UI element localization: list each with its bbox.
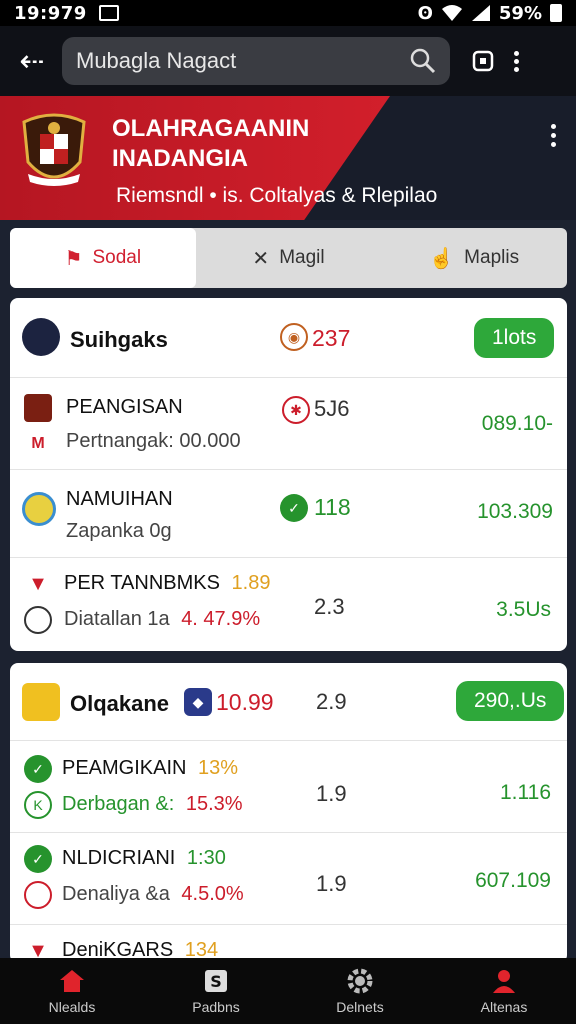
item-subtitle: Pertnangak: 00.000	[66, 430, 241, 452]
home-icon	[58, 967, 86, 995]
group-value-secondary: 2.9	[316, 689, 347, 714]
item-value: 5J6	[314, 396, 350, 421]
club-logo-icon: M	[31, 435, 45, 452]
item-change: 4.5.0%	[181, 883, 244, 905]
item-change: 4. 47.9%	[181, 608, 261, 630]
search-input[interactable]	[76, 48, 396, 74]
share-icon[interactable]	[468, 46, 498, 76]
item-amount: 3.5Us	[496, 598, 551, 621]
group-header[interactable]: Olqakane ◆ 10.99 2.9 290,.Us	[10, 663, 567, 741]
item-value: 1.9	[316, 871, 347, 896]
nav-item-padbns[interactable]: S Padbns	[144, 958, 288, 1024]
item-value: 118	[314, 494, 351, 520]
item-title: NLDICRIANI 1:30	[62, 847, 226, 869]
club-crest-icon	[24, 606, 52, 634]
cross-tools-icon: ✕	[252, 247, 270, 270]
tab-magil[interactable]: ✕ Magil	[196, 228, 382, 288]
item-amount: 089.10-	[481, 412, 553, 435]
flag-icon: ⚑	[64, 247, 83, 270]
group-name: Suihgaks	[70, 327, 168, 352]
ball-icon: ✱	[282, 396, 310, 424]
search-box[interactable]	[62, 37, 450, 85]
nav-item-nlealds[interactable]: Nlealds	[0, 958, 144, 1024]
item-subtitle: Diatallan 1a 4. 47.9%	[64, 608, 261, 630]
item-amount: 103.309	[477, 500, 553, 523]
group-value: 237	[312, 325, 351, 351]
app-bar: ⇠	[0, 26, 576, 96]
item-title-badge: 13%	[198, 757, 239, 779]
banner-overflow-menu-icon[interactable]	[551, 124, 556, 147]
club-crest-icon	[24, 881, 52, 909]
group-action-button[interactable]: 290,.Us	[456, 681, 565, 721]
group-header[interactable]: Suihgaks ◉ 237 1lots	[10, 298, 567, 378]
group-card-2: Olqakane ◆ 10.99 2.9 290,.Us ✓ K PEAMGIK…	[10, 663, 567, 963]
search-icon[interactable]	[410, 48, 436, 74]
item-title: NAMUIHAN	[66, 488, 173, 510]
tab-maplis[interactable]: ☝ Maplis	[381, 228, 567, 288]
wifi-icon	[441, 5, 462, 21]
banner-title: OLAHRAGAANIN INADANGIA	[112, 115, 310, 172]
item-subtitle: Zapanka 0g	[66, 520, 172, 542]
item-title: PEANGISAN	[66, 396, 183, 418]
list-item[interactable]: ✓ NLDICRIANI 1:30 Denaliya &a 4.5.0% 1.9…	[10, 833, 567, 925]
profile-icon	[490, 967, 518, 995]
gear-icon	[346, 967, 374, 995]
check-icon: ✓	[280, 494, 308, 522]
bluetooth-icon: ʘ	[417, 2, 433, 24]
item-amount: 1.116	[500, 781, 551, 804]
club-crest-icon	[22, 492, 56, 526]
nav-item-delnets[interactable]: Delnets	[288, 958, 432, 1024]
svg-text:S: S	[210, 972, 222, 991]
chevron-badge-icon: ▼	[28, 572, 48, 595]
overflow-menu-icon[interactable]	[514, 50, 519, 72]
item-value: 1.9	[316, 781, 347, 806]
list-item[interactable]: NAMUIHAN Zapanka 0g ✓ 118 103.309	[10, 470, 567, 558]
item-title-badge: 1:30	[186, 847, 226, 869]
status-time: 19:979	[14, 2, 87, 24]
item-value: 2.3	[314, 594, 345, 619]
header-banner: OLAHRAGAANIN INADANGIA Riemsndl • is. Co…	[0, 96, 576, 220]
back-arrow-icon[interactable]: ⇠	[14, 43, 50, 79]
item-change: 15.3%	[185, 793, 243, 815]
ball-icon: ◉	[280, 323, 308, 351]
item-subtitle: Denaliya &a 4.5.0%	[62, 883, 244, 905]
tab-sodal[interactable]: ⚑ Sodal	[10, 228, 196, 288]
group-name: Olqakane	[70, 691, 170, 716]
check-icon: ✓	[24, 845, 52, 873]
status-bar: 19:979 ʘ 59%	[0, 0, 576, 26]
group-value: 10.99	[216, 689, 274, 715]
club-logo-icon: K	[24, 791, 52, 819]
item-title: PEAMGIKAIN 13%	[62, 757, 239, 779]
tab-bar: ⚑ Sodal ✕ Magil ☝ Maplis	[10, 228, 567, 288]
check-icon: ✓	[24, 755, 52, 783]
team-logo-icon	[22, 683, 60, 721]
battery-percent: 59%	[498, 2, 542, 24]
signal-icon	[471, 5, 490, 21]
bottom-navigation: Nlealds S Padbns Delnets Altenas	[0, 958, 576, 1024]
banner-subtitle: Riemsndl • is. Coltalyas & Rlepilao	[116, 184, 438, 207]
garuda-emblem-icon	[22, 113, 86, 186]
list-item[interactable]: ✓ K PEAMGIKAIN 13% Derbagan &: 15.3% 1.9…	[10, 741, 567, 833]
club-crest-icon	[24, 394, 52, 422]
shield-icon: ◆	[184, 688, 212, 716]
list-item[interactable]: M PEANGISAN Pertnangak: 00.000 ✱ 5J6 089…	[10, 378, 567, 470]
calendar-notification-icon	[98, 5, 119, 21]
item-title: PER TANNBMKS 1.89	[64, 572, 271, 594]
item-subtitle: Derbagan &: 15.3%	[62, 793, 243, 815]
list-item[interactable]: ▼ PER TANNBMKS 1.89 Diatallan 1a 4. 47.9…	[10, 558, 567, 651]
battery-icon	[550, 4, 562, 22]
group-action-button[interactable]: 1lots	[474, 318, 555, 358]
pointer-icon: ☝	[429, 247, 455, 270]
item-title-badge: 1.89	[231, 572, 271, 594]
item-amount: 607.109	[475, 869, 551, 892]
nav-item-altenas[interactable]: Altenas	[432, 958, 576, 1024]
group-card-1: Suihgaks ◉ 237 1lots M PEANGISAN Pertnan…	[10, 298, 567, 651]
team-logo-icon	[22, 318, 60, 356]
document-icon: S	[203, 967, 229, 995]
